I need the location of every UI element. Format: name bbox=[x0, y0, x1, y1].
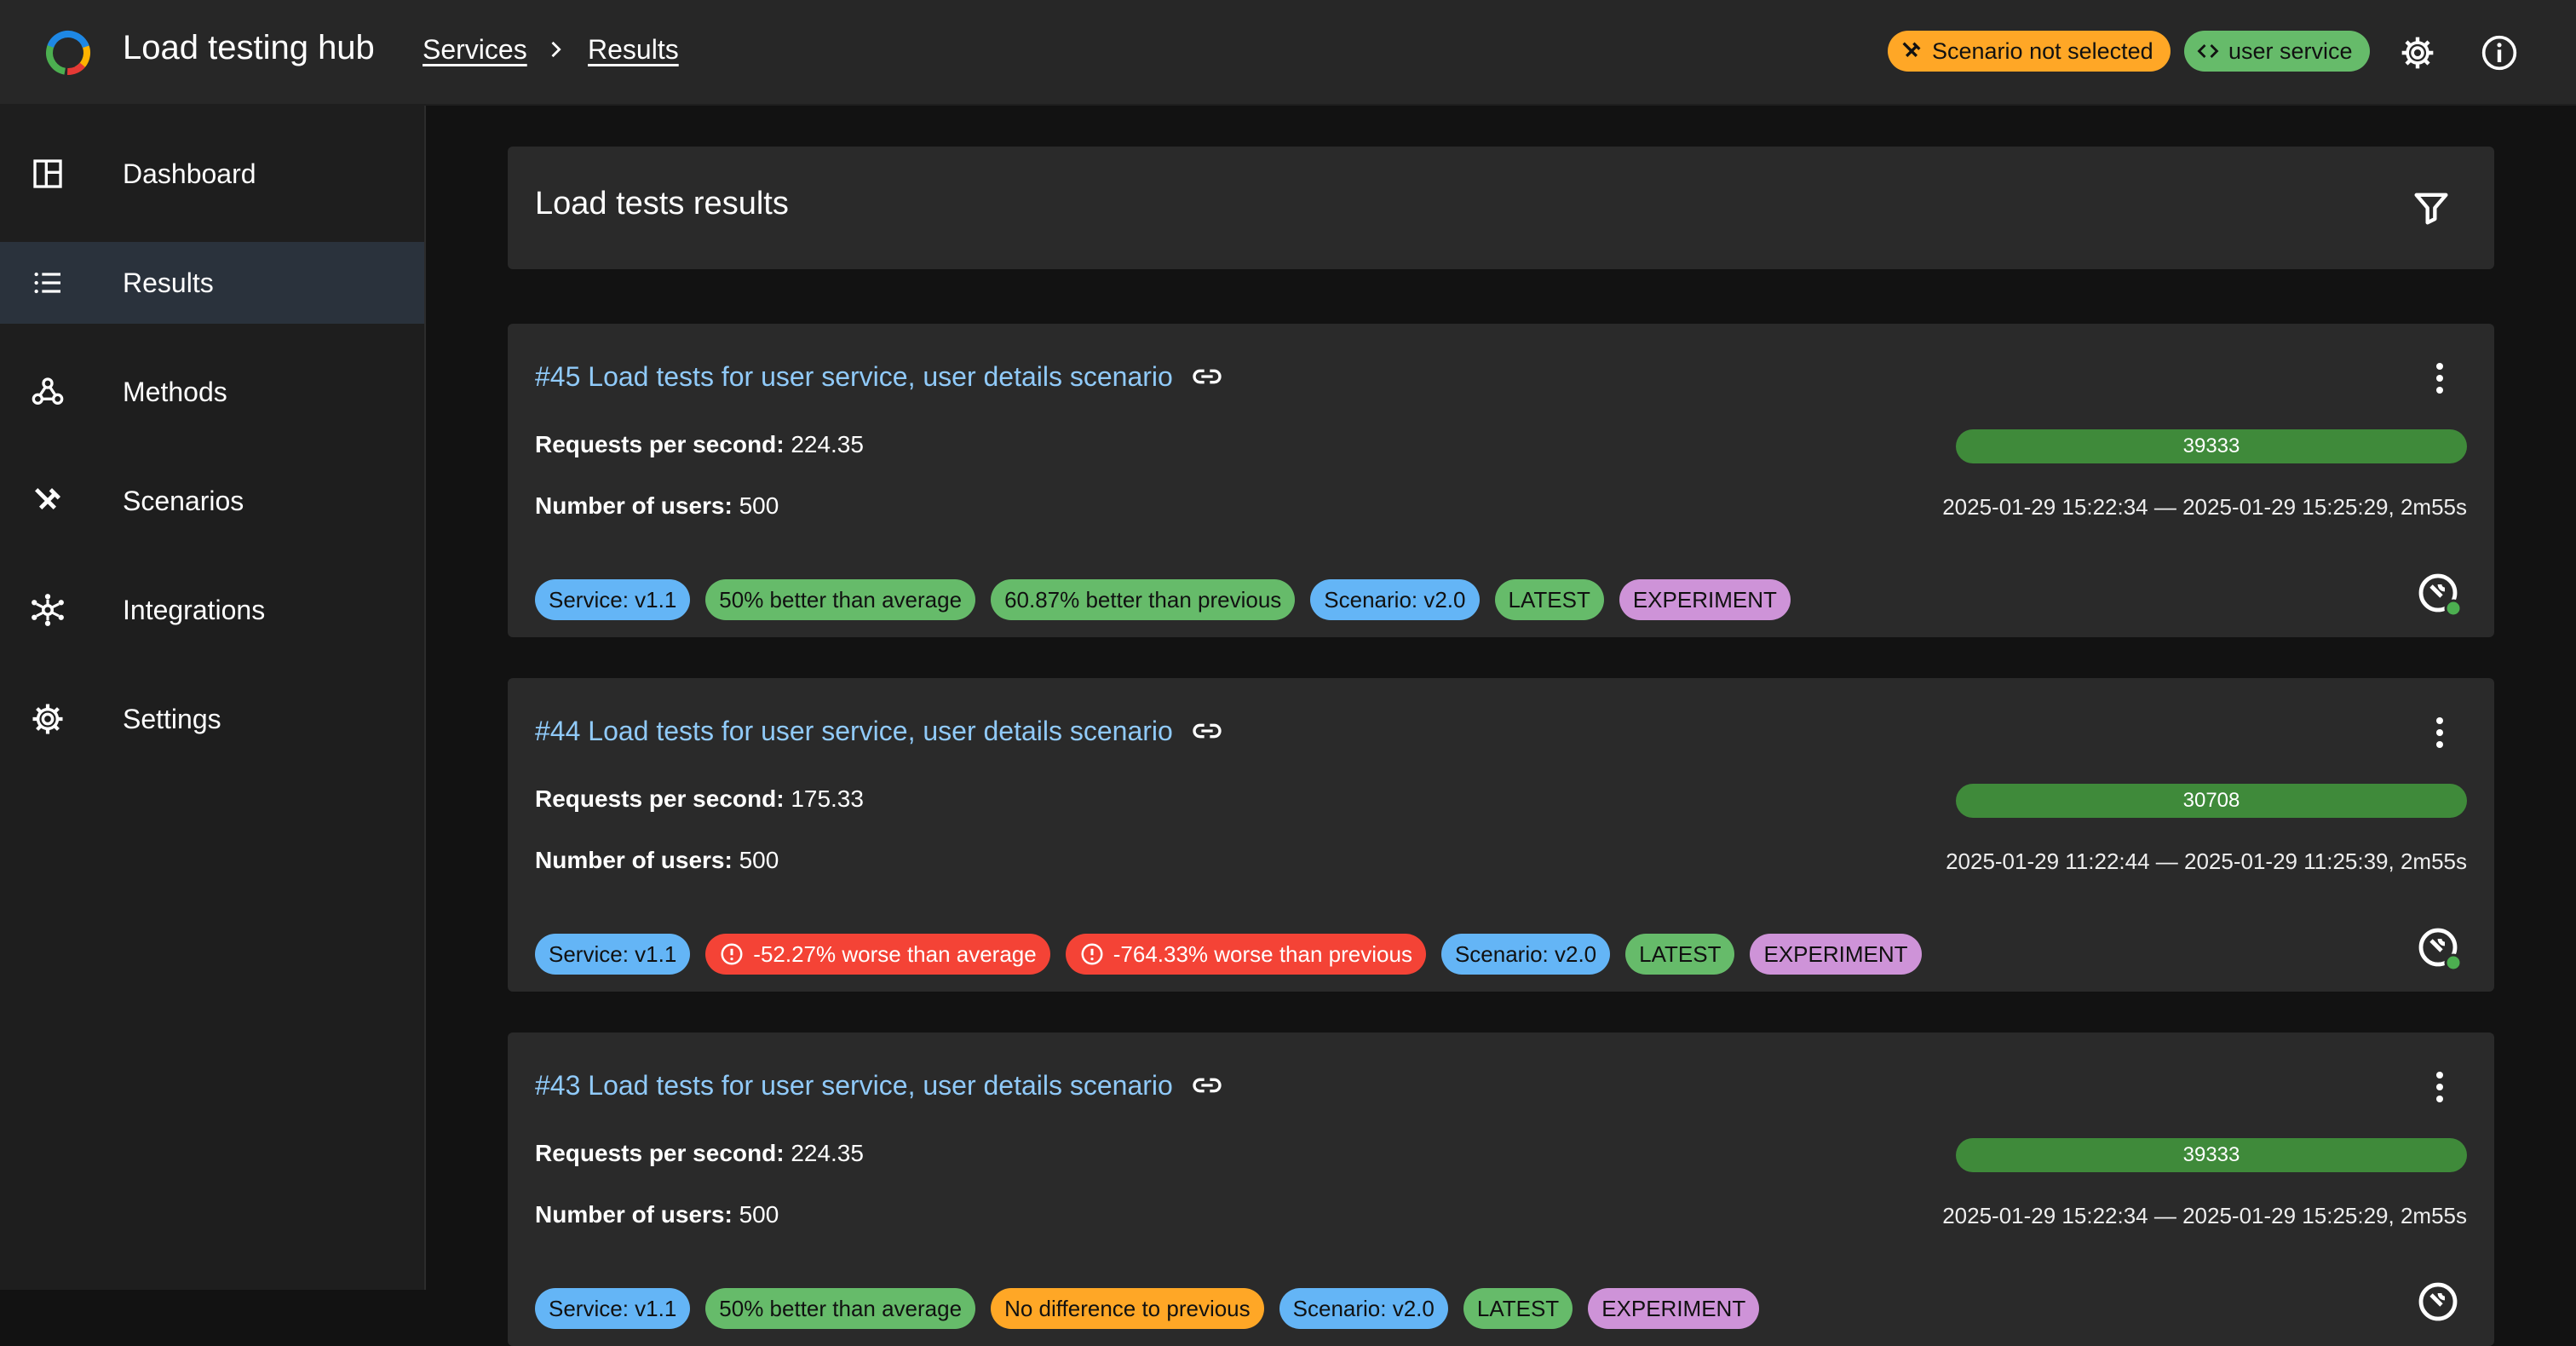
sidebar-item-label: Dashboard bbox=[123, 158, 256, 189]
tools-icon bbox=[1902, 42, 1921, 57]
latest-chip: LATEST bbox=[1625, 934, 1735, 975]
scenario-chip-label: Scenario not selected bbox=[1932, 37, 2153, 64]
service-version-chip: Service: v1.1 bbox=[535, 934, 691, 975]
users-line: Number of users: 500 bbox=[535, 492, 779, 519]
sidebar-item-scenarios[interactable]: Scenarios bbox=[0, 460, 424, 542]
app-title: Load testing hub bbox=[123, 29, 375, 66]
chip-label: -52.27% worse than average bbox=[753, 940, 1037, 967]
list-icon bbox=[27, 262, 68, 303]
link-icon[interactable] bbox=[1190, 1068, 1224, 1102]
users-line: Number of users: 500 bbox=[535, 847, 779, 873]
rps-line: Requests per second: 224.35 bbox=[535, 431, 864, 457]
service-chip-label: user service bbox=[2228, 37, 2353, 64]
users-line: Number of users: 500 bbox=[535, 1201, 779, 1228]
results-header: Load tests results bbox=[508, 147, 2494, 269]
latest-chip: LATEST bbox=[1463, 1288, 1573, 1329]
chip-row: Service: v1.1 50% better than average No… bbox=[535, 1288, 1760, 1329]
experiment-chip: EXPERIMENT bbox=[1750, 934, 1922, 975]
experiment-chip: EXPERIMENT bbox=[1588, 1288, 1760, 1329]
service-chip[interactable]: user service bbox=[2184, 31, 2370, 72]
date-range: 2025-01-29 11:22:44 — 2025-01-29 11:25:3… bbox=[1946, 848, 2467, 874]
webhook-icon bbox=[27, 371, 68, 412]
breadcrumb-results[interactable]: Results bbox=[588, 34, 679, 66]
sidebar-item-settings[interactable]: Settings bbox=[0, 678, 424, 760]
rps-line: Requests per second: 224.35 bbox=[535, 1140, 864, 1166]
total-requests-bar: 30708 bbox=[1956, 784, 2467, 818]
result-title-link[interactable]: #44 Load tests for user service, user de… bbox=[535, 714, 1224, 748]
date-range: 2025-01-29 15:22:34 — 2025-01-29 15:25:2… bbox=[1942, 494, 2467, 520]
gear-icon bbox=[27, 699, 68, 739]
tools-icon bbox=[27, 480, 68, 521]
chevron-right-icon bbox=[551, 41, 561, 58]
sidebar-item-results[interactable]: Results bbox=[0, 242, 424, 324]
integration-status-icon[interactable] bbox=[2416, 925, 2464, 973]
result-card: #43 Load tests for user service, user de… bbox=[508, 1033, 2494, 1346]
average-comparison-chip: 50% better than average bbox=[705, 579, 976, 620]
chip-row: Service: v1.1 50% better than average 60… bbox=[535, 579, 1791, 620]
previous-comparison-chip: 60.87% better than previous bbox=[991, 579, 1296, 620]
info-icon bbox=[2481, 35, 2517, 71]
average-comparison-chip: 50% better than average bbox=[705, 1288, 976, 1329]
sidebar-item-label: Methods bbox=[123, 376, 227, 407]
scenario-version-chip: Scenario: v2.0 bbox=[1440, 934, 1611, 975]
sidebar: Dashboard Results Methods Scenarios Inte… bbox=[0, 106, 426, 1290]
total-requests-bar: 39333 bbox=[1956, 429, 2467, 463]
dashboard-icon bbox=[27, 153, 68, 194]
result-title[interactable]: #44 Load tests for user service, user de… bbox=[535, 716, 1173, 747]
previous-comparison-chip: No difference to previous bbox=[991, 1288, 1264, 1329]
sidebar-item-label: Settings bbox=[123, 703, 221, 734]
chip-label: -764.33% worse than previous bbox=[1113, 940, 1412, 967]
rps-line: Requests per second: 175.33 bbox=[535, 785, 864, 812]
link-icon[interactable] bbox=[1190, 360, 1224, 394]
result-title-link[interactable]: #45 Load tests for user service, user de… bbox=[535, 360, 1224, 394]
experiment-chip: EXPERIMENT bbox=[1619, 579, 1791, 620]
chip-row: Service: v1.1 -52.27% worse than average… bbox=[535, 934, 1922, 975]
error-icon bbox=[1081, 943, 1103, 965]
breadcrumb-services[interactable]: Services bbox=[423, 34, 527, 66]
result-card: #44 Load tests for user service, user de… bbox=[508, 678, 2494, 992]
sidebar-item-integrations[interactable]: Integrations bbox=[0, 569, 424, 651]
result-title-link[interactable]: #43 Load tests for user service, user de… bbox=[535, 1068, 1224, 1102]
error-icon bbox=[721, 943, 743, 965]
integration-status-icon[interactable] bbox=[2416, 571, 2464, 618]
result-card: #45 Load tests for user service, user de… bbox=[508, 324, 2494, 637]
settings-button[interactable] bbox=[2394, 29, 2441, 77]
scenario-chip[interactable]: Scenario not selected bbox=[1888, 31, 2171, 72]
code-icon bbox=[2197, 44, 2219, 58]
info-button[interactable] bbox=[2475, 29, 2523, 77]
more-vert-icon[interactable] bbox=[2419, 1067, 2460, 1107]
sidebar-item-label: Scenarios bbox=[123, 485, 244, 516]
sidebar-item-dashboard[interactable]: Dashboard bbox=[0, 133, 424, 215]
more-vert-icon[interactable] bbox=[2419, 712, 2460, 753]
total-requests-bar: 39333 bbox=[1956, 1138, 2467, 1172]
app-bar: Load testing hub Services Results Scenar… bbox=[0, 0, 2576, 106]
more-vert-icon[interactable] bbox=[2419, 358, 2460, 399]
average-comparison-chip: -52.27% worse than average bbox=[705, 934, 1050, 975]
filter-icon[interactable] bbox=[2409, 186, 2453, 230]
page-title: Load tests results bbox=[535, 186, 789, 221]
integration-status-icon[interactable] bbox=[2416, 1280, 2464, 1327]
result-title[interactable]: #43 Load tests for user service, user de… bbox=[535, 1070, 1173, 1102]
latest-chip: LATEST bbox=[1494, 579, 1604, 620]
link-icon[interactable] bbox=[1190, 714, 1224, 748]
result-title[interactable]: #45 Load tests for user service, user de… bbox=[535, 361, 1173, 393]
scenario-version-chip: Scenario: v2.0 bbox=[1279, 1288, 1448, 1329]
sidebar-item-label: Results bbox=[123, 267, 214, 298]
sidebar-item-methods[interactable]: Methods bbox=[0, 351, 424, 433]
hub-icon bbox=[27, 590, 68, 630]
app-logo-icon[interactable] bbox=[43, 27, 94, 78]
date-range: 2025-01-29 15:22:34 — 2025-01-29 15:25:2… bbox=[1942, 1203, 2467, 1228]
service-version-chip: Service: v1.1 bbox=[535, 579, 691, 620]
service-version-chip: Service: v1.1 bbox=[535, 1288, 691, 1329]
scenario-version-chip: Scenario: v2.0 bbox=[1310, 579, 1480, 620]
sidebar-item-label: Integrations bbox=[123, 594, 266, 625]
gear-icon bbox=[2401, 37, 2434, 69]
previous-comparison-chip: -764.33% worse than previous bbox=[1065, 934, 1426, 975]
